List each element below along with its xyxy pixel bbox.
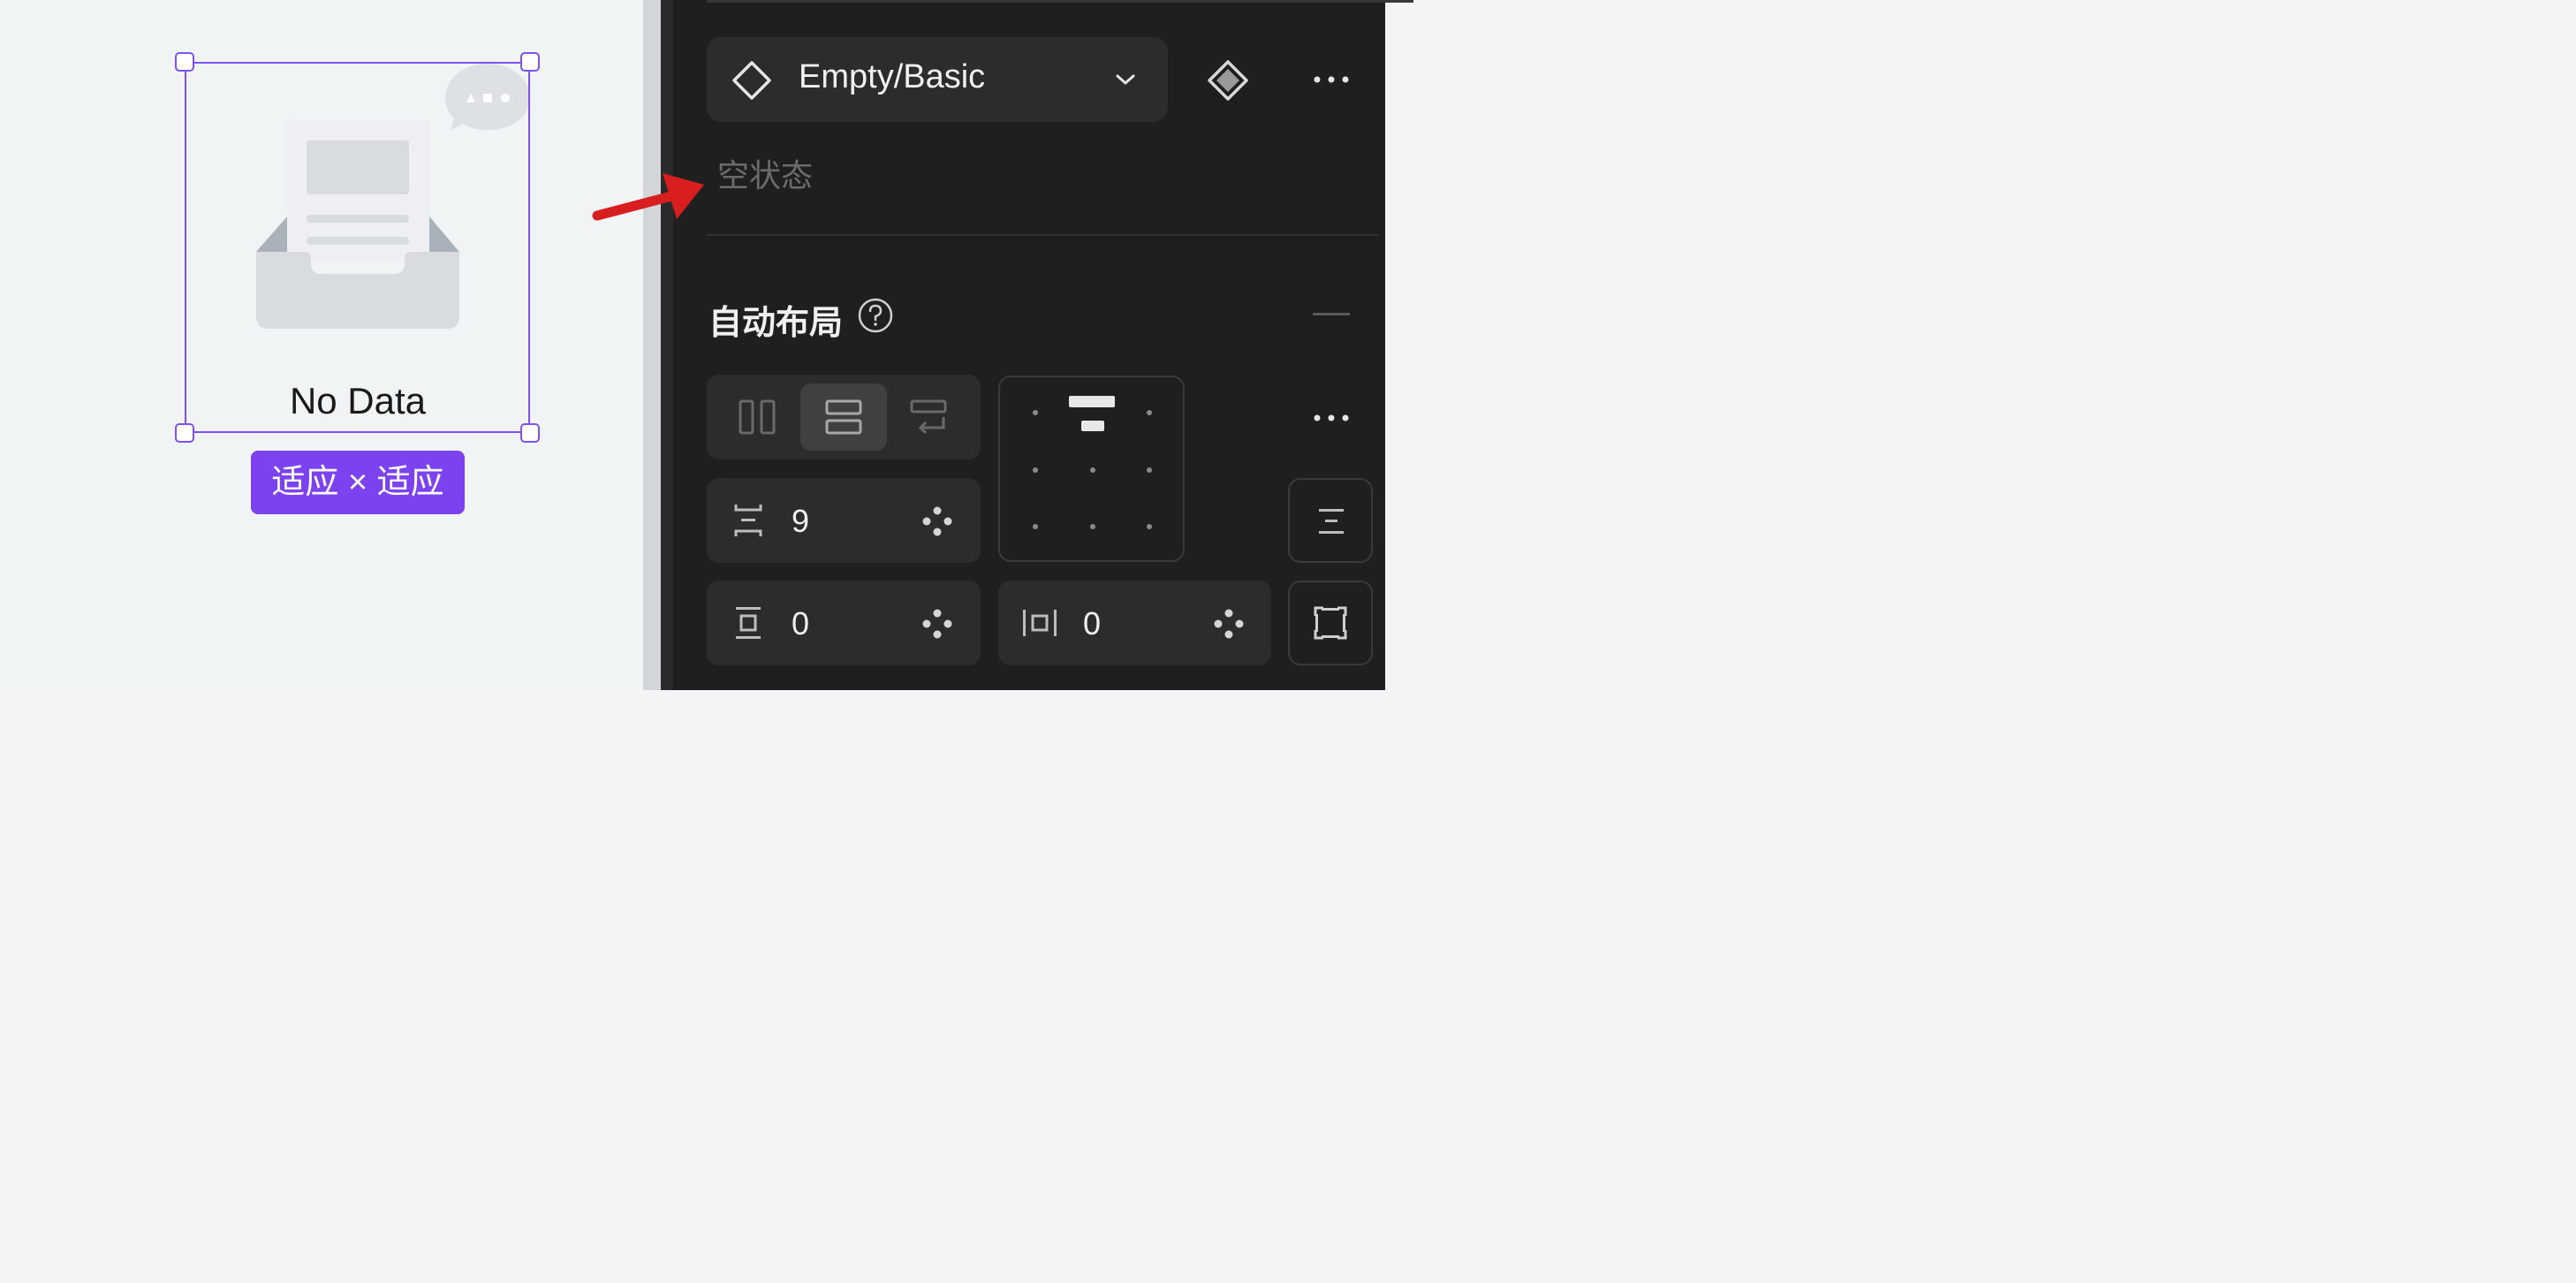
layout-wrap-icon[interactable]	[910, 399, 949, 435]
component-description[interactable]: 空状态	[717, 150, 813, 196]
section-title-auto-layout: 自动布局	[708, 305, 844, 342]
empty-label: No Data	[289, 380, 427, 421]
design-canvas[interactable]: No Data 适应 × 适应	[0, 0, 643, 690]
collapse-icon[interactable]	[1313, 313, 1350, 316]
layout-horizontal-icon[interactable]	[739, 399, 776, 435]
divider	[707, 0, 1413, 3]
variable-icon[interactable]	[921, 607, 954, 641]
variable-icon[interactable]	[921, 505, 954, 538]
canvas-edge	[643, 0, 661, 690]
size-badge: 适应 × 适应	[251, 451, 465, 514]
alignment-indicator-2	[1081, 421, 1104, 431]
layout-vertical-option[interactable]	[800, 383, 887, 451]
gap-icon	[734, 505, 762, 536]
help-icon[interactable]	[857, 297, 894, 334]
alignment-indicator	[1069, 396, 1115, 407]
layout-direction-segmented	[707, 375, 981, 459]
more-icon[interactable]	[1311, 73, 1352, 86]
alignment-dot[interactable]	[1147, 524, 1152, 529]
component-name: Empty/Basic	[799, 58, 986, 95]
chevron-down-icon	[1116, 74, 1135, 85]
padding-horizontal-icon	[1023, 610, 1057, 636]
alignment-dot[interactable]	[1147, 467, 1152, 473]
padding-horizontal-field[interactable]: 0	[998, 581, 1271, 665]
variable-icon[interactable]	[1212, 607, 1246, 641]
more-icon[interactable]	[1311, 412, 1352, 424]
selected-frame-outline[interactable]	[185, 62, 530, 433]
component-instance-select[interactable]: Empty/Basic	[707, 37, 1168, 122]
divider	[707, 234, 1378, 236]
panel-edge[interactable]	[661, 0, 673, 690]
padding-vertical-field[interactable]: 0	[707, 581, 981, 665]
annotation-arrow	[592, 173, 704, 221]
alignment-dot[interactable]	[1090, 467, 1095, 473]
alignment-dot[interactable]	[1033, 410, 1038, 415]
alignment-dot[interactable]	[1090, 524, 1095, 529]
clip-content-button[interactable]	[1288, 478, 1373, 563]
resize-handle-top-right[interactable]	[520, 52, 540, 72]
alignment-dot[interactable]	[1033, 467, 1038, 473]
component-icon	[732, 61, 771, 100]
gap-field[interactable]: 9	[707, 478, 981, 563]
independent-padding-button[interactable]	[1288, 581, 1373, 665]
resize-handle-bottom-left[interactable]	[175, 423, 194, 443]
independent-padding-icon	[1314, 606, 1347, 640]
alignment-grid[interactable]	[998, 376, 1185, 562]
layout-vertical-icon	[825, 399, 862, 435]
resize-handle-top-left[interactable]	[175, 52, 194, 72]
resize-handle-bottom-right[interactable]	[520, 423, 540, 443]
gap-value[interactable]: 9	[792, 503, 809, 540]
main-component-icon[interactable]	[1207, 59, 1249, 102]
padding-horizontal-value[interactable]: 0	[1083, 605, 1101, 642]
padding-vertical-value[interactable]: 0	[792, 605, 809, 642]
clip-content-icon	[1319, 509, 1344, 534]
properties-panel: Empty/Basic 空状态 自动布局 9 0 0	[673, 0, 1413, 690]
alignment-dot[interactable]	[1147, 410, 1152, 415]
padding-vertical-icon	[736, 607, 761, 639]
alignment-dot[interactable]	[1033, 524, 1038, 529]
